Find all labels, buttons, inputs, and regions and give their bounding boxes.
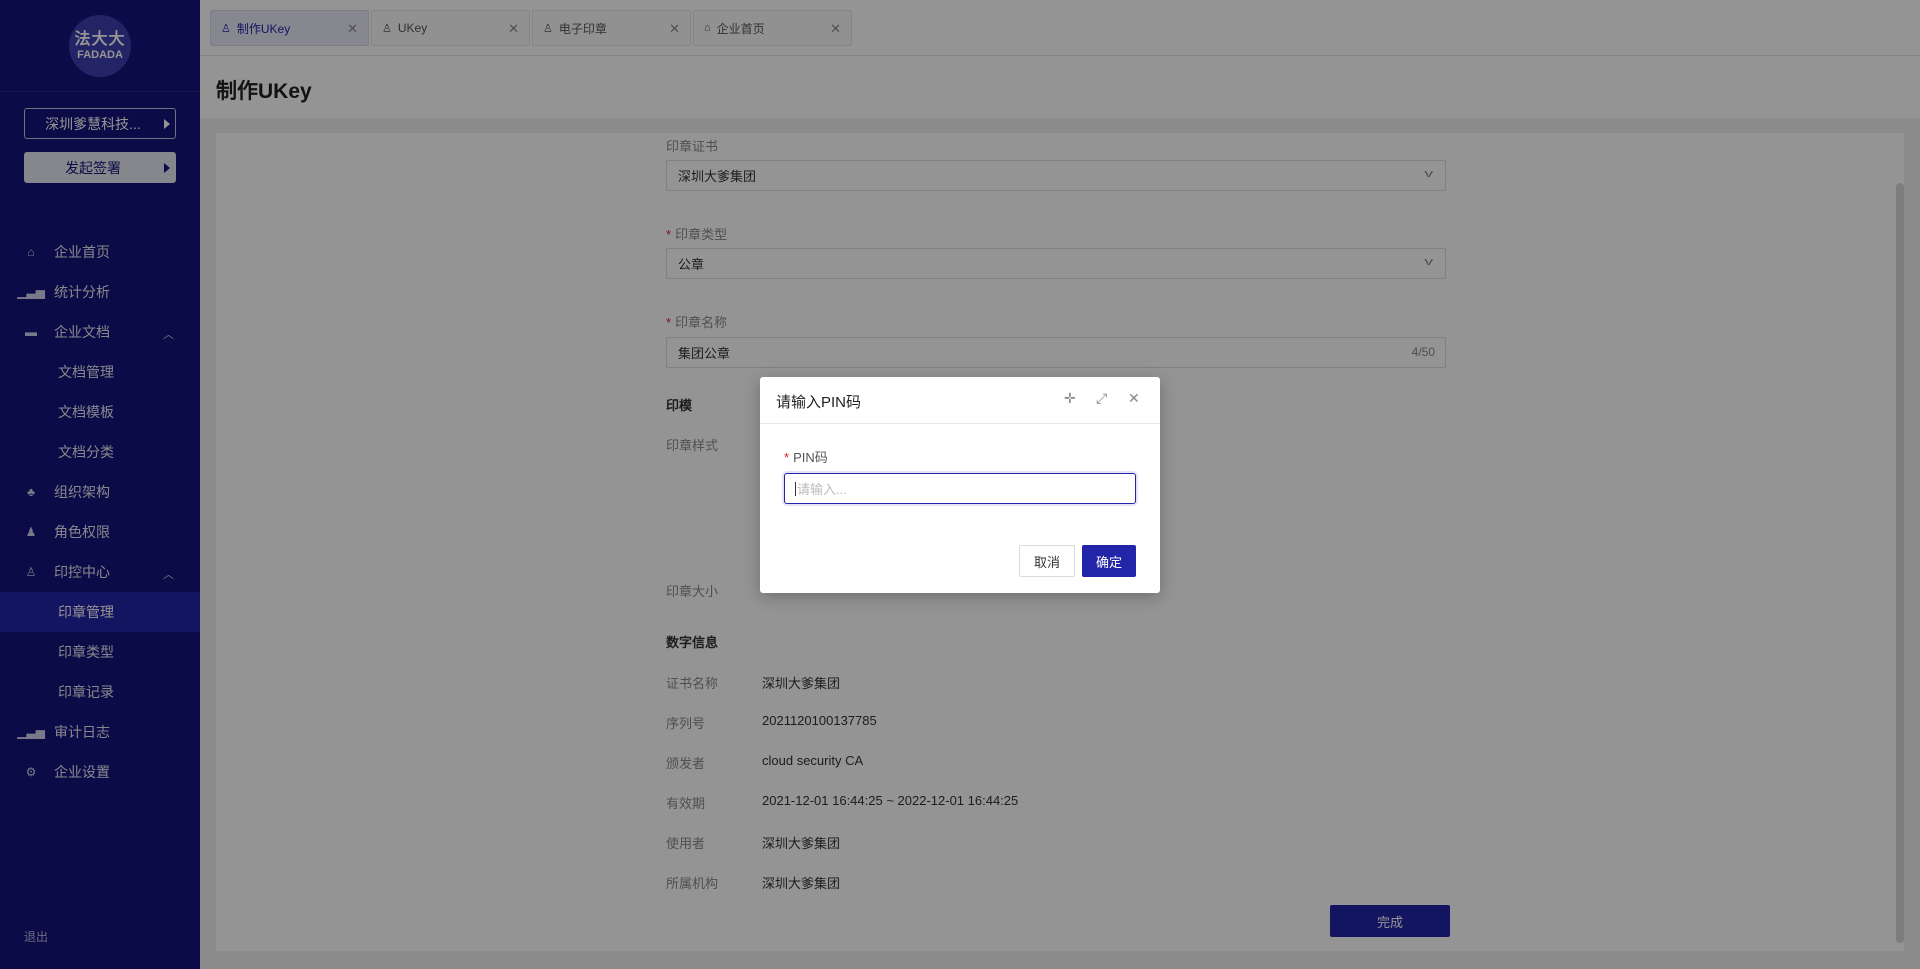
dialog-title: 请输入PIN码 [776,394,862,411]
pin-label: * PIN码 [784,447,828,466]
pin-input[interactable]: 请输入... [784,473,1136,504]
cancel-button[interactable]: 取消 [1019,545,1075,577]
pin-dialog: 请输入PIN码 ✛ ⤢ ✕ * PIN码 请输入... 取消 确定 [760,377,1160,593]
pin-placeholder: 请输入... [797,482,847,497]
dialog-header: 请输入PIN码 ✛ ⤢ ✕ [760,377,1160,424]
fullscreen-icon[interactable]: ⤢ [1096,390,1107,407]
text-cursor [795,481,796,496]
close-icon[interactable]: ✕ [1128,390,1140,407]
required-mark: * [784,450,790,465]
confirm-button[interactable]: 确定 [1082,545,1136,577]
drag-move-icon[interactable]: ✛ [1064,390,1076,407]
pin-label-text: PIN码 [793,450,828,465]
